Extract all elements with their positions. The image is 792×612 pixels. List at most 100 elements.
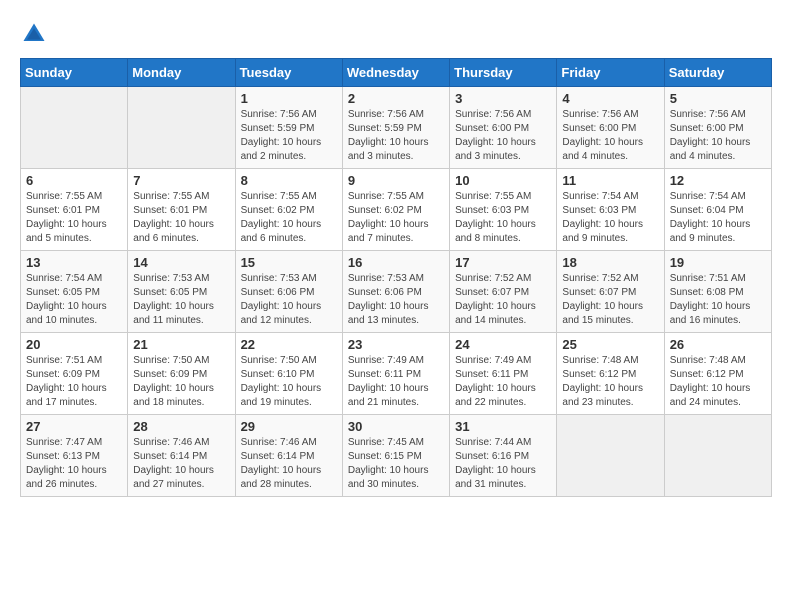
day-number: 29 bbox=[241, 419, 337, 434]
day-info: Sunrise: 7:56 AM Sunset: 6:00 PM Dayligh… bbox=[562, 108, 658, 164]
day-number: 15 bbox=[241, 255, 337, 270]
calendar-cell: 18 Sunrise: 7:52 AM Sunset: 6:07 PM Dayli… bbox=[557, 251, 664, 333]
calendar-cell: 20Sunrise: 7:51 AM Sunset: 6:09 PM Dayli… bbox=[21, 333, 128, 415]
day-number: 22 bbox=[241, 337, 337, 352]
day-info: Sunrise: 7:53 AM Sunset: 6:06 PM Dayligh… bbox=[241, 272, 337, 328]
day-number: 6 bbox=[26, 173, 122, 188]
day-number: 18 bbox=[562, 255, 658, 270]
day-info: Sunrise: 7:46 AM Sunset: 6:14 PM Dayligh… bbox=[133, 436, 229, 492]
day-info: Sunrise: 7:56 AM Sunset: 6:00 PM Dayligh… bbox=[670, 108, 766, 164]
day-number: 12 bbox=[670, 173, 766, 188]
calendar-cell: 23 Sunrise: 7:49 AM Sunset: 6:11 PM Dayli… bbox=[342, 333, 449, 415]
day-number: 30 bbox=[348, 419, 444, 434]
day-info: Sunrise: 7:54 AM Sunset: 6:03 PM Dayligh… bbox=[562, 190, 658, 246]
day-number: 10 bbox=[455, 173, 551, 188]
day-number: 13 bbox=[26, 255, 122, 270]
day-info: Sunrise: 7:54 AM Sunset: 6:05 PM Dayligh… bbox=[26, 272, 122, 328]
day-number: 31 bbox=[455, 419, 551, 434]
calendar-cell bbox=[557, 415, 664, 497]
calendar-cell: 3 Sunrise: 7:56 AM Sunset: 6:00 PM Daylig… bbox=[450, 87, 557, 169]
day-info: Sunrise: 7:50 AM Sunset: 6:09 PM Dayligh… bbox=[133, 354, 229, 410]
calendar-cell: 28 Sunrise: 7:46 AM Sunset: 6:14 PM Dayli… bbox=[128, 415, 235, 497]
day-info: Sunrise: 7:51 AM Sunset: 6:09 PM Dayligh… bbox=[26, 354, 122, 410]
day-info: Sunrise: 7:56 AM Sunset: 5:59 PM Dayligh… bbox=[348, 108, 444, 164]
day-number: 27 bbox=[26, 419, 122, 434]
day-info: Sunrise: 7:55 AM Sunset: 6:02 PM Dayligh… bbox=[241, 190, 337, 246]
day-number: 8 bbox=[241, 173, 337, 188]
weekday-header: Wednesday bbox=[342, 59, 449, 87]
day-info: Sunrise: 7:51 AM Sunset: 6:08 PM Dayligh… bbox=[670, 272, 766, 328]
day-info: Sunrise: 7:54 AM Sunset: 6:04 PM Dayligh… bbox=[670, 190, 766, 246]
day-info: Sunrise: 7:52 AM Sunset: 6:07 PM Dayligh… bbox=[455, 272, 551, 328]
day-info: Sunrise: 7:48 AM Sunset: 6:12 PM Dayligh… bbox=[670, 354, 766, 410]
calendar-cell: 22 Sunrise: 7:50 AM Sunset: 6:10 PM Dayli… bbox=[235, 333, 342, 415]
calendar-week-row: 13 Sunrise: 7:54 AM Sunset: 6:05 PM Dayli… bbox=[21, 251, 772, 333]
calendar-cell: 29 Sunrise: 7:46 AM Sunset: 6:14 PM Dayli… bbox=[235, 415, 342, 497]
calendar-cell: 27 Sunrise: 7:47 AM Sunset: 6:13 PM Dayli… bbox=[21, 415, 128, 497]
calendar-cell: 12 Sunrise: 7:54 AM Sunset: 6:04 PM Dayli… bbox=[664, 169, 771, 251]
calendar-cell: 24 Sunrise: 7:49 AM Sunset: 6:11 PM Dayli… bbox=[450, 333, 557, 415]
calendar-cell: 31 Sunrise: 7:44 AM Sunset: 6:16 PM Dayli… bbox=[450, 415, 557, 497]
day-number: 11 bbox=[562, 173, 658, 188]
day-number: 24 bbox=[455, 337, 551, 352]
calendar-cell: 26 Sunrise: 7:48 AM Sunset: 6:12 PM Dayli… bbox=[664, 333, 771, 415]
calendar-cell: 17 Sunrise: 7:52 AM Sunset: 6:07 PM Dayli… bbox=[450, 251, 557, 333]
day-number: 3 bbox=[455, 91, 551, 106]
day-info: Sunrise: 7:47 AM Sunset: 6:13 PM Dayligh… bbox=[26, 436, 122, 492]
calendar-cell bbox=[21, 87, 128, 169]
calendar-week-row: 20Sunrise: 7:51 AM Sunset: 6:09 PM Dayli… bbox=[21, 333, 772, 415]
day-info: Sunrise: 7:55 AM Sunset: 6:03 PM Dayligh… bbox=[455, 190, 551, 246]
day-info: Sunrise: 7:55 AM Sunset: 6:01 PM Dayligh… bbox=[133, 190, 229, 246]
weekday-header: Friday bbox=[557, 59, 664, 87]
day-info: Sunrise: 7:44 AM Sunset: 6:16 PM Dayligh… bbox=[455, 436, 551, 492]
calendar-cell: 4 Sunrise: 7:56 AM Sunset: 6:00 PM Daylig… bbox=[557, 87, 664, 169]
calendar-cell: 2Sunrise: 7:56 AM Sunset: 5:59 PM Daylig… bbox=[342, 87, 449, 169]
day-info: Sunrise: 7:52 AM Sunset: 6:07 PM Dayligh… bbox=[562, 272, 658, 328]
day-number: 28 bbox=[133, 419, 229, 434]
calendar-cell: 11 Sunrise: 7:54 AM Sunset: 6:03 PM Dayli… bbox=[557, 169, 664, 251]
calendar-week-row: 6 Sunrise: 7:55 AM Sunset: 6:01 PM Daylig… bbox=[21, 169, 772, 251]
calendar-cell: 30 Sunrise: 7:45 AM Sunset: 6:15 PM Dayli… bbox=[342, 415, 449, 497]
logo-icon bbox=[20, 20, 48, 48]
day-number: 23 bbox=[348, 337, 444, 352]
calendar-cell: 14Sunrise: 7:53 AM Sunset: 6:05 PM Dayli… bbox=[128, 251, 235, 333]
day-info: Sunrise: 7:53 AM Sunset: 6:06 PM Dayligh… bbox=[348, 272, 444, 328]
day-number: 9 bbox=[348, 173, 444, 188]
day-number: 5 bbox=[670, 91, 766, 106]
day-info: Sunrise: 7:46 AM Sunset: 6:14 PM Dayligh… bbox=[241, 436, 337, 492]
logo bbox=[20, 20, 50, 48]
page-header bbox=[20, 20, 772, 48]
day-info: Sunrise: 7:50 AM Sunset: 6:10 PM Dayligh… bbox=[241, 354, 337, 410]
calendar-cell: 25 Sunrise: 7:48 AM Sunset: 6:12 PM Dayli… bbox=[557, 333, 664, 415]
day-info: Sunrise: 7:55 AM Sunset: 6:01 PM Dayligh… bbox=[26, 190, 122, 246]
day-info: Sunrise: 7:49 AM Sunset: 6:11 PM Dayligh… bbox=[348, 354, 444, 410]
day-info: Sunrise: 7:45 AM Sunset: 6:15 PM Dayligh… bbox=[348, 436, 444, 492]
calendar-table: SundayMondayTuesdayWednesdayThursdayFrid… bbox=[20, 58, 772, 497]
day-number: 19 bbox=[670, 255, 766, 270]
calendar-cell: 15 Sunrise: 7:53 AM Sunset: 6:06 PM Dayli… bbox=[235, 251, 342, 333]
day-info: Sunrise: 7:48 AM Sunset: 6:12 PM Dayligh… bbox=[562, 354, 658, 410]
calendar-cell: 19 Sunrise: 7:51 AM Sunset: 6:08 PM Dayli… bbox=[664, 251, 771, 333]
calendar-cell bbox=[128, 87, 235, 169]
calendar-cell: 21 Sunrise: 7:50 AM Sunset: 6:09 PM Dayli… bbox=[128, 333, 235, 415]
calendar-cell: 5 Sunrise: 7:56 AM Sunset: 6:00 PM Daylig… bbox=[664, 87, 771, 169]
calendar-week-row: 27 Sunrise: 7:47 AM Sunset: 6:13 PM Dayli… bbox=[21, 415, 772, 497]
calendar-cell: 7Sunrise: 7:55 AM Sunset: 6:01 PM Daylig… bbox=[128, 169, 235, 251]
weekday-header: Saturday bbox=[664, 59, 771, 87]
day-info: Sunrise: 7:55 AM Sunset: 6:02 PM Dayligh… bbox=[348, 190, 444, 246]
weekday-header: Monday bbox=[128, 59, 235, 87]
calendar-cell: 9 Sunrise: 7:55 AM Sunset: 6:02 PM Daylig… bbox=[342, 169, 449, 251]
day-number: 14 bbox=[133, 255, 229, 270]
weekday-header: Tuesday bbox=[235, 59, 342, 87]
day-info: Sunrise: 7:56 AM Sunset: 6:00 PM Dayligh… bbox=[455, 108, 551, 164]
calendar-header-row: SundayMondayTuesdayWednesdayThursdayFrid… bbox=[21, 59, 772, 87]
day-number: 21 bbox=[133, 337, 229, 352]
calendar-cell: 16Sunrise: 7:53 AM Sunset: 6:06 PM Dayli… bbox=[342, 251, 449, 333]
day-number: 26 bbox=[670, 337, 766, 352]
day-number: 17 bbox=[455, 255, 551, 270]
day-number: 4 bbox=[562, 91, 658, 106]
day-info: Sunrise: 7:49 AM Sunset: 6:11 PM Dayligh… bbox=[455, 354, 551, 410]
day-number: 25 bbox=[562, 337, 658, 352]
calendar-cell: 1Sunrise: 7:56 AM Sunset: 5:59 PM Daylig… bbox=[235, 87, 342, 169]
calendar-cell: 6 Sunrise: 7:55 AM Sunset: 6:01 PM Daylig… bbox=[21, 169, 128, 251]
